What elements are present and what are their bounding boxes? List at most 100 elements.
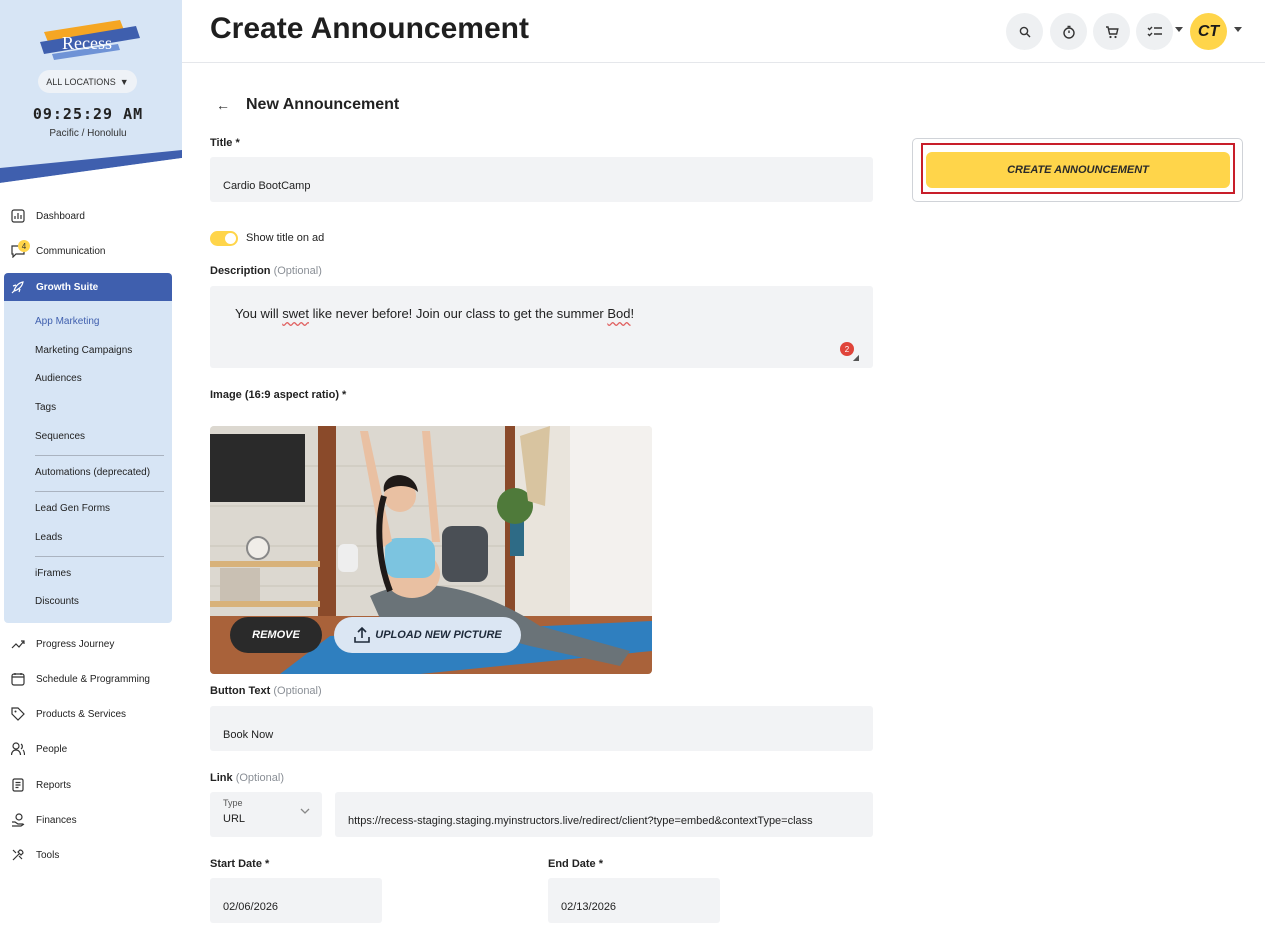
back-arrow-icon[interactable]: ← bbox=[216, 97, 230, 113]
sidebar-item-label: Tools bbox=[36, 849, 60, 861]
description-textarea[interactable]: You will swet like never before! Join ou… bbox=[210, 286, 873, 368]
avatar[interactable]: CT bbox=[1190, 13, 1227, 50]
sidebar: Recess ALL LOCATIONS ▼ 09:25:29 AM Pacif… bbox=[0, 0, 182, 934]
end-date-value: 02/13/2026 bbox=[561, 901, 617, 913]
create-announcement-button[interactable]: CREATE ANNOUNCEMENT bbox=[926, 152, 1230, 188]
sidebar-item-label: Dashboard bbox=[36, 210, 85, 222]
desc-part: ! bbox=[630, 306, 635, 321]
people-icon bbox=[10, 741, 26, 757]
tasks-button[interactable] bbox=[1136, 13, 1173, 50]
sidebar-item-label: Products & Services bbox=[36, 708, 127, 720]
start-date-value: 02/06/2026 bbox=[223, 901, 279, 913]
chat-icon: 4 bbox=[10, 240, 30, 259]
sidebar-item-people[interactable]: People bbox=[4, 735, 172, 763]
image-label: Image (16:9 aspect ratio) * bbox=[210, 389, 347, 401]
notification-badge: 4 bbox=[18, 240, 30, 252]
logo-text: Recess bbox=[62, 33, 112, 53]
show-title-toggle[interactable] bbox=[210, 231, 238, 246]
link-type-select[interactable]: Type URL bbox=[210, 792, 322, 837]
desc-part: You will bbox=[235, 306, 283, 321]
cart-button[interactable] bbox=[1093, 13, 1130, 50]
end-date-input[interactable]: 02/13/2026 bbox=[548, 878, 720, 923]
submenu-item-leads[interactable]: Leads bbox=[35, 532, 62, 543]
optional-tag: (Optional) bbox=[273, 685, 322, 697]
checklist-icon bbox=[1147, 26, 1162, 36]
sidebar-item-products[interactable]: Products & Services bbox=[4, 700, 172, 728]
link-type-value: URL bbox=[223, 813, 246, 825]
title-value: Cardio BootCamp bbox=[223, 180, 311, 192]
description-label-text: Description bbox=[210, 265, 271, 277]
trend-icon bbox=[10, 636, 26, 652]
sidebar-item-label: Schedule & Programming bbox=[36, 673, 150, 685]
search-button[interactable] bbox=[1006, 13, 1043, 50]
sidebar-item-schedule[interactable]: Schedule & Programming bbox=[4, 665, 172, 693]
report-icon bbox=[10, 777, 26, 793]
search-icon bbox=[1019, 26, 1030, 37]
end-date-label: End Date * bbox=[548, 858, 604, 870]
title-label: Title * bbox=[210, 137, 240, 149]
submenu-item-marketing-campaigns[interactable]: Marketing Campaigns bbox=[35, 345, 132, 356]
resize-handle-icon[interactable]: ◢ bbox=[853, 353, 859, 362]
sidebar-item-label: Progress Journey bbox=[36, 638, 115, 650]
growth-suite-submenu: App Marketing Marketing Campaigns Audien… bbox=[4, 301, 172, 623]
submenu-item-sequences[interactable]: Sequences bbox=[35, 431, 85, 442]
sidebar-item-finances[interactable]: Finances bbox=[4, 806, 172, 834]
chevron-down-icon bbox=[300, 808, 310, 814]
upload-label: UPLOAD NEW PICTURE bbox=[375, 629, 502, 641]
form-subtitle: New Announcement bbox=[246, 96, 400, 113]
remove-image-button[interactable]: REMOVE bbox=[230, 617, 322, 653]
misspelled-word: Bod bbox=[607, 306, 631, 321]
description-text: You will swet like never before! Join ou… bbox=[235, 306, 634, 321]
desc-part: like never before! Join our class to get… bbox=[308, 306, 608, 321]
button-text-value: Book Now bbox=[223, 729, 274, 741]
submenu-item-tags[interactable]: Tags bbox=[35, 402, 56, 413]
sidebar-item-tools[interactable]: Tools bbox=[4, 841, 172, 869]
submenu-item-app-marketing[interactable]: App Marketing bbox=[35, 316, 99, 327]
dashboard-icon bbox=[10, 208, 26, 224]
sidebar-item-label: Finances bbox=[36, 814, 77, 826]
link-type-label: Type bbox=[223, 798, 243, 808]
toggle-knob bbox=[225, 233, 236, 244]
submenu-item-lead-gen-forms[interactable]: Lead Gen Forms bbox=[35, 503, 110, 514]
upload-picture-button[interactable]: UPLOAD NEW PICTURE bbox=[334, 617, 521, 653]
location-label: ALL LOCATIONS bbox=[46, 76, 116, 87]
optional-tag: (Optional) bbox=[235, 772, 284, 784]
rocket-icon bbox=[10, 279, 26, 295]
cart-icon bbox=[1105, 25, 1119, 38]
stopwatch-icon bbox=[1062, 25, 1075, 39]
timer-button[interactable] bbox=[1050, 13, 1087, 50]
avatar-caret-icon[interactable] bbox=[1234, 27, 1242, 32]
timezone: Pacific / Honolulu bbox=[49, 128, 127, 139]
button-text-input[interactable]: Book Now bbox=[210, 706, 873, 751]
sidebar-item-progress-journey[interactable]: Progress Journey bbox=[4, 630, 172, 658]
link-label: Link (Optional) bbox=[210, 772, 284, 784]
optional-tag: (Optional) bbox=[273, 265, 322, 277]
submenu-item-automations[interactable]: Automations (deprecated) bbox=[35, 467, 150, 478]
submenu-item-audiences[interactable]: Audiences bbox=[35, 373, 82, 384]
submenu-item-iframes[interactable]: iFrames bbox=[35, 568, 71, 579]
submenu-divider bbox=[35, 455, 164, 456]
button-text-label-text: Button Text bbox=[210, 685, 271, 697]
show-title-label: Show title on ad bbox=[246, 232, 325, 244]
clock: 09:25:29 AM bbox=[32, 105, 144, 123]
location-selector[interactable]: ALL LOCATIONS ▼ bbox=[38, 70, 137, 93]
start-date-input[interactable]: 02/06/2026 bbox=[210, 878, 382, 923]
tag-icon bbox=[10, 706, 26, 722]
tools-icon bbox=[10, 847, 26, 863]
sidebar-item-label: Reports bbox=[36, 779, 72, 791]
calendar-icon bbox=[10, 671, 26, 687]
description-label: Description (Optional) bbox=[210, 265, 322, 277]
top-header: Create Announcement CT bbox=[182, 0, 1265, 63]
link-label-text: Link bbox=[210, 772, 233, 784]
sidebar-item-dashboard[interactable]: Dashboard bbox=[4, 202, 172, 230]
submenu-item-discounts[interactable]: Discounts bbox=[35, 596, 79, 607]
sidebar-item-reports[interactable]: Reports bbox=[4, 771, 172, 799]
title-input[interactable]: Cardio BootCamp bbox=[210, 157, 873, 202]
tasks-caret-icon[interactable] bbox=[1175, 27, 1183, 32]
caret-down-icon: ▼ bbox=[119, 76, 129, 87]
sidebar-item-communication[interactable]: 4 Communication bbox=[4, 237, 172, 265]
start-date-label: Start Date * bbox=[210, 858, 270, 870]
sidebar-item-growth-suite[interactable]: Growth Suite bbox=[4, 273, 172, 301]
link-url-input[interactable]: https://recess-staging.staging.myinstruc… bbox=[335, 792, 873, 837]
link-url-value: https://recess-staging.staging.myinstruc… bbox=[348, 815, 813, 827]
